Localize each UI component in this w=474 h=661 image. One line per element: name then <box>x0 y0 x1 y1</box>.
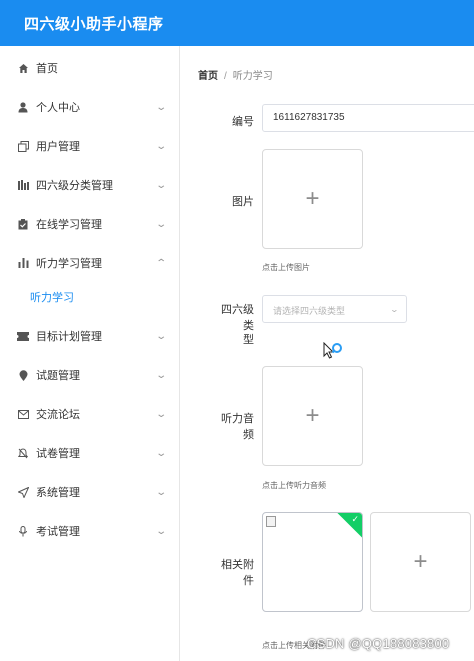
chevron-down-icon: ⌄ <box>155 525 168 537</box>
sidebar-item-category-management[interactable]: 四六级分类管理 ⌄ <box>0 166 179 204</box>
sidebar-item-label: 个人中心 <box>36 102 80 114</box>
sidebar-item-label: 试卷管理 <box>36 448 80 460</box>
attachment-label: 相关附件 <box>221 559 254 587</box>
attachment-upload-box[interactable]: + <box>370 512 471 612</box>
plus-icon: + <box>413 548 428 575</box>
chevron-down-icon: ⌄ <box>155 218 168 230</box>
category-select-placeholder: 请选择四六级类型 <box>273 306 346 316</box>
watermark: CSDN @QQ188083800 <box>307 636 450 651</box>
plus-icon: + <box>305 185 320 212</box>
audio-label: 听力音频 <box>221 413 254 441</box>
breadcrumb-separator: / <box>224 71 227 82</box>
category-label-line1: 四六级类 <box>221 304 254 332</box>
sidebar-item-label: 听力学习 <box>30 292 74 304</box>
copy-icon <box>17 140 29 152</box>
sidebar-item-user-management[interactable]: 用户管理 ⌄ <box>0 127 179 165</box>
sidebar-item-label: 四六级分类管理 <box>36 180 113 192</box>
attachment-uploaded-item[interactable]: ✓ <box>262 512 363 612</box>
sidebar-item-goal-plan[interactable]: 目标计划管理 ⌄ <box>0 317 179 355</box>
chevron-down-icon: ⌄ <box>155 408 168 420</box>
breadcrumb: 首页 / 听力学习 <box>198 67 273 82</box>
number-label: 编号 <box>232 116 254 128</box>
chevron-down-icon: ⌄ <box>155 140 168 152</box>
bars-icon <box>17 179 29 191</box>
clipboard-icon <box>17 218 29 230</box>
chart-icon <box>17 257 29 269</box>
image-label: 图片 <box>232 196 254 208</box>
sidebar-item-forum[interactable]: 交流论坛 ⌄ <box>0 395 179 433</box>
audio-upload-hint[interactable]: 点击上传听力音频 <box>262 480 326 491</box>
plus-icon: + <box>305 402 320 429</box>
chevron-down-icon: ⌄ <box>155 447 168 459</box>
sidebar-item-personal-center[interactable]: 个人中心 ⌄ <box>0 88 179 126</box>
chevron-down-icon: ⌄ <box>389 305 400 314</box>
sidebar-item-label: 首页 <box>36 63 58 75</box>
location-icon <box>17 369 29 381</box>
sidebar-item-home[interactable]: 首页 <box>0 49 179 87</box>
sidebar-item-label: 目标计划管理 <box>36 331 102 343</box>
sidebar-subitem-listening-study[interactable]: 听力学习 <box>0 278 179 316</box>
audio-upload-box[interactable]: + <box>262 366 363 466</box>
message-icon <box>17 408 29 420</box>
bell-icon <box>17 447 29 459</box>
sidebar-item-exam-management[interactable]: 考试管理 ⌄ <box>0 512 179 550</box>
sidebar-item-label: 考试管理 <box>36 526 80 538</box>
chevron-down-icon: ⌄ <box>155 486 168 498</box>
sidebar-item-system-management[interactable]: 系统管理 ⌄ <box>0 473 179 511</box>
microphone-icon <box>17 525 29 537</box>
user-icon <box>17 101 29 113</box>
sidebar-item-label: 系统管理 <box>36 487 80 499</box>
sidebar: 首页 个人中心 ⌄ 用户管理 ⌄ 四六级分类管理 ⌄ 在线学习管理 ⌄ 听力学习… <box>0 46 180 661</box>
image-upload-hint[interactable]: 点击上传图片 <box>262 262 310 273</box>
sidebar-item-paper-management[interactable]: 试卷管理 ⌄ <box>0 434 179 472</box>
sidebar-item-listening-management[interactable]: 听力学习管理 ⌃ <box>0 244 179 282</box>
chevron-down-icon: ⌄ <box>155 101 168 113</box>
check-icon: ✓ <box>351 514 359 524</box>
sidebar-item-online-learning[interactable]: 在线学习管理 ⌄ <box>0 205 179 243</box>
sidebar-item-label: 用户管理 <box>36 141 80 153</box>
ticket-icon <box>17 330 29 342</box>
mouse-cursor-icon <box>323 341 345 365</box>
chevron-down-icon: ⌄ <box>155 179 168 191</box>
sidebar-item-label: 在线学习管理 <box>36 219 102 231</box>
sidebar-item-label: 听力学习管理 <box>36 258 102 270</box>
chevron-down-icon: ⌄ <box>155 330 168 342</box>
image-upload-box[interactable]: + <box>262 149 363 249</box>
send-icon <box>17 486 29 498</box>
chevron-up-icon: ⌃ <box>155 257 168 269</box>
sidebar-item-label: 交流论坛 <box>36 409 80 421</box>
sidebar-item-label: 试题管理 <box>36 370 80 382</box>
top-header: 四六级小助手小程序 <box>0 0 474 46</box>
category-select[interactable]: 请选择四六级类型 ⌄ <box>262 295 407 323</box>
chevron-down-icon: ⌄ <box>155 369 168 381</box>
app-title: 四六级小助手小程序 <box>24 16 164 33</box>
category-label-line2: 型 <box>243 334 254 346</box>
number-input[interactable]: 1611627831735 <box>262 104 474 132</box>
breadcrumb-current: 听力学习 <box>232 71 273 82</box>
breadcrumb-home[interactable]: 首页 <box>198 71 218 82</box>
home-icon <box>17 62 29 74</box>
broken-image-icon <box>266 516 276 527</box>
sidebar-item-question-management[interactable]: 试题管理 ⌄ <box>0 356 179 394</box>
